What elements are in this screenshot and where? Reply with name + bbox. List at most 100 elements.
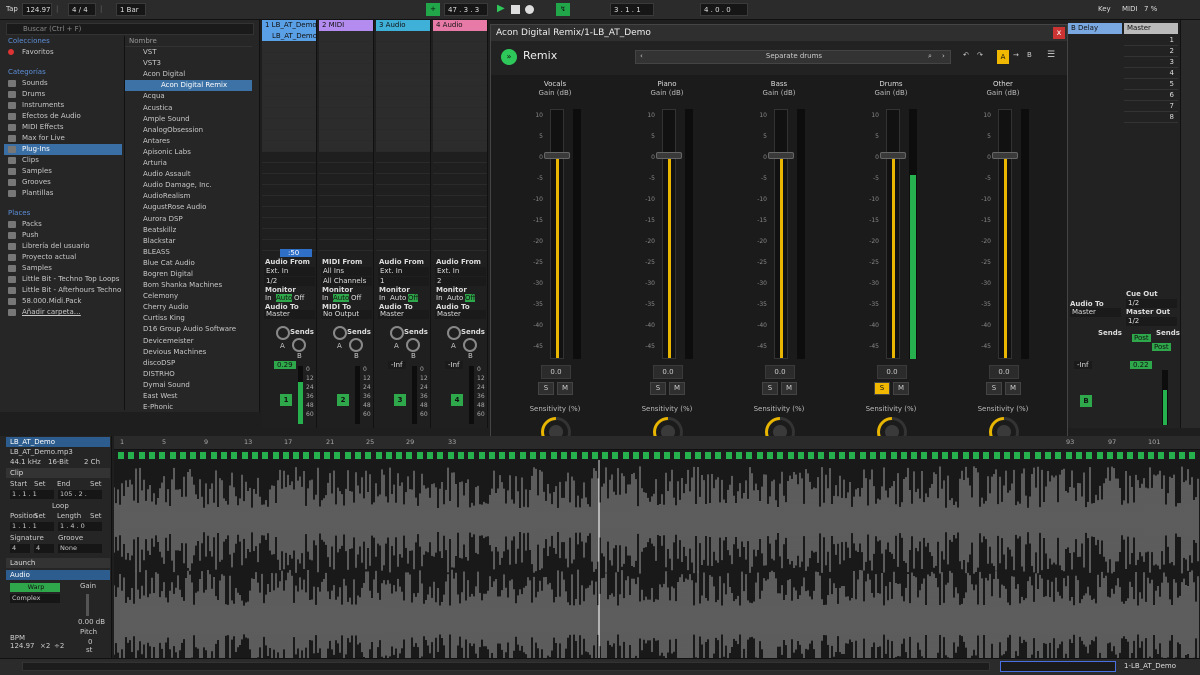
sidebar-item-plug-ins[interactable]: Plug-Ins (4, 144, 122, 155)
warp-marker[interactable] (746, 452, 753, 459)
clip-slot[interactable] (319, 119, 373, 130)
place-item-proyecto-actual[interactable]: Proyecto actual (4, 252, 122, 263)
input-channel-select[interactable]: All Channels (321, 277, 372, 286)
sidebar-item-clips[interactable]: Clips (4, 155, 122, 166)
redo-icon[interactable]: ↷ (977, 51, 983, 59)
warp-marker[interactable] (138, 452, 145, 459)
warp-marker[interactable] (808, 452, 815, 459)
clip-slot[interactable] (376, 64, 430, 75)
clip-slot[interactable] (433, 108, 487, 119)
warp-marker[interactable] (468, 452, 475, 459)
loop-start-field[interactable]: 3 . 1 . 1 (610, 3, 654, 16)
warp-marker[interactable] (324, 452, 330, 459)
clip-slot[interactable] (376, 119, 430, 130)
send-a-knob[interactable] (447, 326, 461, 340)
gain-fader[interactable] (774, 109, 788, 359)
browser-item[interactable]: discoDSP (125, 358, 252, 369)
clip-slot[interactable] (376, 42, 430, 53)
search-input[interactable]: Buscar (Ctrl + F) (6, 23, 254, 35)
fader-handle[interactable] (768, 152, 794, 159)
ab-b-icon[interactable]: B (1027, 51, 1032, 59)
warp-marker[interactable] (1137, 452, 1144, 459)
browser-item[interactable]: Antares (125, 136, 252, 147)
gain-value[interactable]: 0.0 (765, 365, 795, 379)
sidebar-item-grooves[interactable]: Grooves (4, 177, 122, 188)
clip-slot[interactable] (433, 152, 487, 163)
warp-marker[interactable] (1127, 452, 1134, 459)
clip-slot[interactable] (262, 86, 316, 97)
warp-marker[interactable] (334, 452, 341, 459)
warp-marker[interactable] (293, 452, 300, 459)
warp-marker[interactable] (674, 452, 681, 459)
clip-slot[interactable] (376, 229, 430, 240)
warp-marker[interactable] (488, 452, 495, 459)
clip-slot[interactable] (433, 42, 487, 53)
gain-value[interactable]: 0.0 (989, 365, 1019, 379)
warp-marker[interactable] (1086, 452, 1093, 459)
warp-marker[interactable] (880, 452, 887, 459)
clip-slot[interactable] (376, 53, 430, 64)
warp-marker[interactable] (1065, 452, 1072, 459)
clip-slot[interactable] (433, 64, 487, 75)
warp-marker[interactable] (993, 452, 1000, 459)
warp-marker[interactable] (653, 452, 660, 459)
clip-slot[interactable] (262, 196, 316, 207)
browser-item[interactable]: Acqua (125, 91, 252, 102)
warp-marker[interactable] (1045, 452, 1051, 459)
scene-slot[interactable]: 8 (1124, 112, 1178, 123)
scene-slot[interactable]: 3 (1124, 57, 1178, 68)
monitor-in-button[interactable]: In (436, 294, 443, 302)
warp-marker[interactable] (1189, 452, 1196, 459)
undo-icon[interactable]: ↶ (963, 51, 969, 59)
place-item-little-bit-afterhours-techno[interactable]: Little Bit - Afterhours Techno (4, 285, 122, 296)
warp-marker[interactable] (550, 452, 557, 459)
warp-marker[interactable] (282, 452, 289, 459)
clip-slot[interactable] (319, 130, 373, 141)
send-a-knob[interactable] (276, 326, 290, 340)
warp-marker[interactable] (148, 452, 155, 459)
clip-slot[interactable] (262, 42, 316, 53)
send-a-knob[interactable] (390, 326, 404, 340)
clip-slot[interactable] (319, 174, 373, 185)
return-volume[interactable]: -Inf (1074, 361, 1092, 369)
sidebar-item-efectos-de-audio[interactable]: Efectos de Audio (4, 111, 122, 122)
warp-marker[interactable] (911, 452, 918, 459)
warp-marker[interactable] (221, 452, 227, 459)
gain-fader[interactable] (886, 109, 900, 359)
monitor-auto-button[interactable]: Auto (447, 294, 463, 302)
double-tempo-button[interactable]: ×2 (40, 642, 50, 650)
clip-slot[interactable] (433, 141, 487, 152)
warp-marker[interactable] (839, 452, 845, 459)
warp-marker[interactable] (437, 452, 444, 459)
browser-item[interactable]: Celemony (125, 291, 252, 302)
warp-marker[interactable] (499, 452, 506, 459)
clip-slot[interactable] (433, 53, 487, 64)
browser-item[interactable]: AnalogObsession (125, 125, 252, 136)
warp-marker[interactable] (540, 452, 547, 459)
track-header[interactable]: 4 Audio (433, 20, 487, 31)
clip-slot[interactable] (262, 64, 316, 75)
send-b-knob[interactable] (463, 338, 477, 352)
clip-slot[interactable] (433, 207, 487, 218)
warp-marker[interactable] (622, 452, 629, 459)
monitor-in-button[interactable]: In (322, 294, 329, 302)
clip-slot[interactable] (376, 218, 430, 229)
monitor-auto-button[interactable]: Auto (333, 294, 350, 302)
warp-toggle[interactable]: Warp (10, 583, 60, 592)
input-channel-select[interactable]: 1 (378, 277, 429, 286)
monitor-auto-button[interactable]: Auto (390, 294, 406, 302)
clip-slot[interactable] (376, 196, 430, 207)
sidebar-item-midi-effects[interactable]: MIDI Effects (4, 122, 122, 133)
warp-marker[interactable] (375, 452, 382, 459)
clip-slot[interactable] (433, 31, 487, 42)
warp-marker[interactable] (509, 452, 516, 459)
track-activator[interactable]: 3 (394, 394, 406, 406)
output-select[interactable]: Master (378, 310, 429, 319)
delay-return-header[interactable]: B Delay (1068, 23, 1122, 34)
browser-item[interactable]: Audio Assault (125, 169, 252, 180)
clip-slot[interactable] (262, 174, 316, 185)
warp-marker[interactable] (921, 452, 928, 459)
cue-out-select[interactable]: 1/2 (1126, 299, 1177, 308)
browser-item[interactable]: Acon Digital Remix (125, 80, 252, 92)
warp-marker[interactable] (859, 452, 866, 459)
